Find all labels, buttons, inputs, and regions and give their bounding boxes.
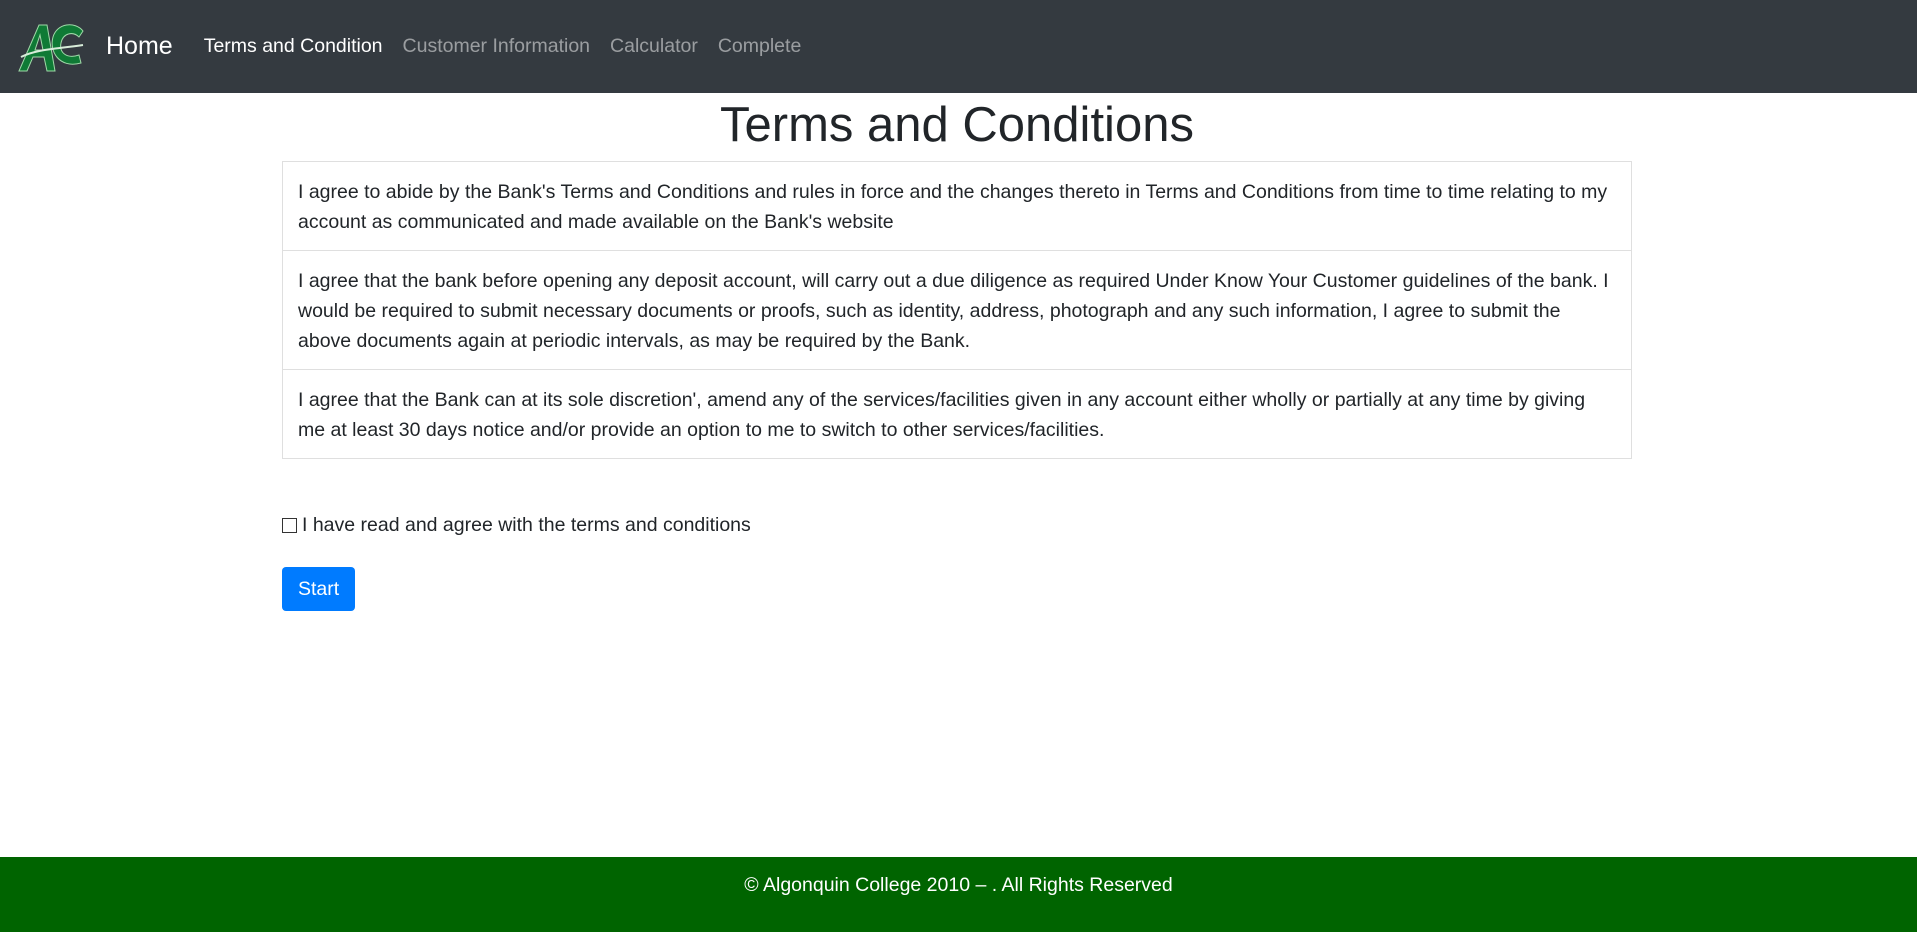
nav-calculator[interactable]: Calculator <box>610 35 698 58</box>
terms-item-amend-services: I agree that the Bank can at its sole di… <box>283 369 1631 458</box>
page-title: Terms and Conditions <box>720 98 1194 152</box>
nav-complete[interactable]: Complete <box>718 35 801 58</box>
college-logo-icon[interactable] <box>17 19 87 75</box>
terms-item-website: I agree to abide by the Bank's Terms and… <box>298 181 1608 233</box>
top-navbar: Home Terms and Condition Customer Inform… <box>0 0 1917 93</box>
agree-row: I have read and agree with the terms and… <box>282 513 1632 537</box>
nav-customer-information[interactable]: Customer Information <box>403 35 591 58</box>
home-link[interactable]: Home <box>106 32 173 61</box>
agree-checkbox[interactable] <box>282 517 297 533</box>
terms-item-due-diligence: I agree that the bank before opening any… <box>283 250 1631 369</box>
footer: © Algonquin College 2010 – . All Rights … <box>0 857 1917 932</box>
nav-terms-and-condition[interactable]: Terms and Condition <box>204 35 383 58</box>
start-button[interactable]: Start <box>282 567 356 611</box>
copyright-text: © Algonquin College 2010 – . All Rights … <box>744 874 1173 896</box>
terms-list: I agree to abide by the Bank's Terms and… <box>282 161 1632 459</box>
agree-label[interactable]: I have read and agree with the terms and… <box>302 514 751 537</box>
main-content: Terms and Conditions I agree to abide by… <box>282 93 1632 611</box>
